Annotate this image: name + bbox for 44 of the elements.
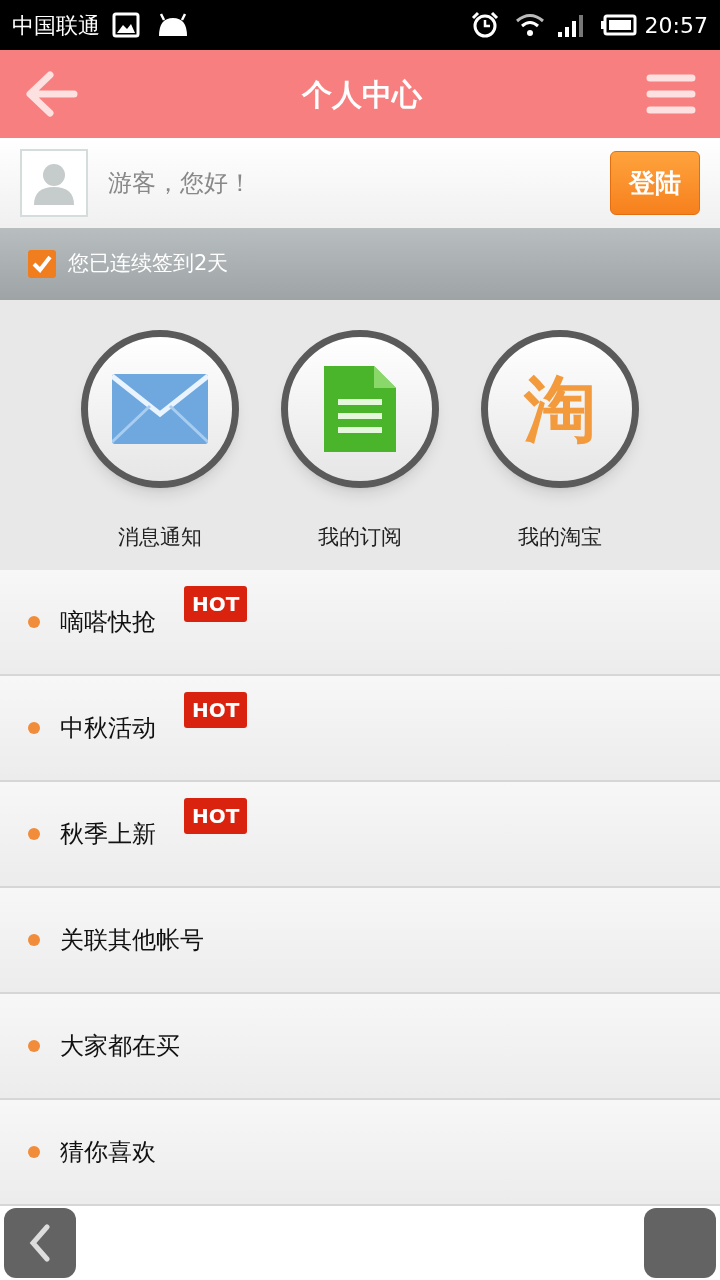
bullet-icon bbox=[28, 1146, 40, 1158]
battery-icon bbox=[600, 14, 637, 36]
menu-label: 中秋活动 bbox=[60, 713, 156, 744]
hot-badge: HOT bbox=[184, 798, 248, 834]
bullet-icon bbox=[28, 828, 40, 840]
page-title: 个人中心 bbox=[302, 75, 422, 114]
checkin-text: 您已连续签到2天 bbox=[68, 250, 229, 278]
shortcut-label: 消息通知 bbox=[118, 524, 202, 551]
menu-label: 关联其他帐号 bbox=[60, 925, 204, 956]
image-icon bbox=[112, 12, 140, 38]
envelope-icon bbox=[112, 374, 208, 444]
bullet-icon bbox=[28, 722, 40, 734]
bullet-icon bbox=[28, 934, 40, 946]
menu-label: 嘀嗒快抢 bbox=[60, 607, 156, 638]
menu-label: 大家都在买 bbox=[60, 1031, 180, 1062]
hot-badge: HOT bbox=[184, 586, 248, 622]
menu-item[interactable]: 猜你喜欢 bbox=[0, 1100, 720, 1206]
chevron-left-icon bbox=[29, 1224, 51, 1262]
avatar-icon bbox=[20, 149, 88, 217]
signal-icon bbox=[556, 13, 585, 37]
android-icon bbox=[156, 12, 190, 38]
hot-badge: HOT bbox=[184, 692, 248, 728]
menu-label: 猜你喜欢 bbox=[60, 1137, 156, 1168]
clock-time: 20:57 bbox=[644, 11, 708, 40]
checkbox[interactable] bbox=[28, 250, 56, 278]
menu-item[interactable]: 中秋活动 HOT bbox=[0, 676, 720, 782]
back-button[interactable] bbox=[4, 1208, 76, 1278]
menu-item[interactable]: 关联其他帐号 bbox=[0, 888, 720, 994]
menu-item[interactable]: 嘀嗒快抢 HOT bbox=[0, 570, 720, 676]
tao-logo: 淘 bbox=[524, 373, 596, 445]
menu-label: 秋季上新 bbox=[60, 819, 156, 850]
bullet-icon bbox=[28, 1040, 40, 1052]
alarm-icon bbox=[470, 11, 499, 39]
document-icon bbox=[322, 364, 398, 454]
wifi-icon bbox=[514, 13, 545, 37]
carrier-name: 中国联通 bbox=[12, 11, 100, 40]
nav-button[interactable] bbox=[644, 1208, 716, 1278]
check-icon bbox=[32, 255, 52, 273]
menu-item[interactable]: 秋季上新 HOT bbox=[0, 782, 720, 888]
greeting-text: 游客，您好！ bbox=[108, 168, 253, 199]
bullet-icon bbox=[28, 616, 40, 628]
shortcut-label: 我的淘宝 bbox=[518, 524, 602, 551]
menu-item[interactable]: 大家都在买 bbox=[0, 994, 720, 1100]
shortcut-label: 我的订阅 bbox=[318, 524, 402, 551]
